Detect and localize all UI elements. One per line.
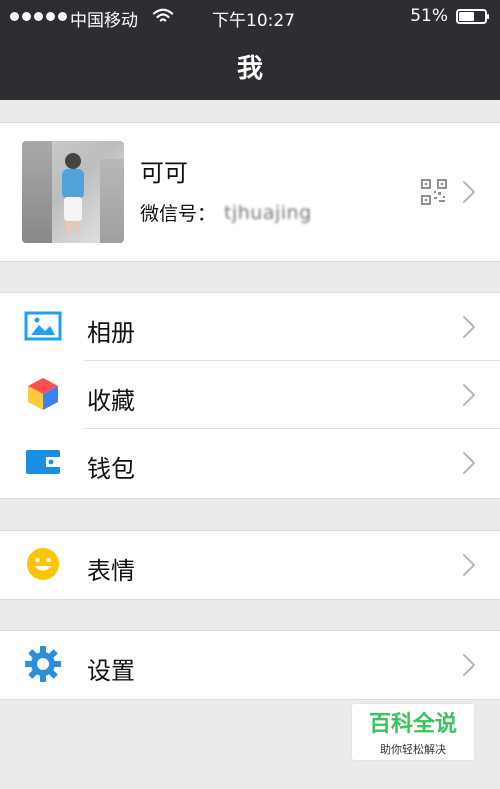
status-time: 下午10:27 <box>212 11 295 31</box>
chevron-right-icon <box>463 654 475 676</box>
menu-item-stickers[interactable]: 表情 <box>0 531 500 599</box>
wechat-id-row: 微信号： tjhuajing <box>140 199 312 226</box>
top-bar: 中国移动 下午10:27 51% 我 <box>0 0 500 100</box>
wechat-id-label: 微信号： <box>140 203 217 225</box>
watermark: 百科全说 助你轻松解决 <box>352 704 474 760</box>
album-icon <box>24 311 62 341</box>
sticker-icon <box>27 548 59 580</box>
carrier-name: 中国移动 <box>70 11 138 31</box>
menu-item-label: 表情 <box>87 557 135 585</box>
favorite-icon <box>28 378 58 410</box>
battery-icon <box>456 9 489 24</box>
menu-item-label: 收藏 <box>87 387 135 415</box>
avatar-background-wall <box>22 141 52 243</box>
menu-group-3: 设置 <box>0 630 500 700</box>
watermark-title: 百科全说 <box>368 712 457 737</box>
menu-item-settings[interactable]: 设置 <box>0 631 500 699</box>
qr-code-icon[interactable] <box>421 179 447 205</box>
avatar-person-icon <box>62 153 84 233</box>
menu-item-label: 设置 <box>87 657 135 685</box>
wifi-icon <box>152 8 174 22</box>
watermark-subtitle: 助你轻松解决 <box>380 743 446 756</box>
status-bar: 中国移动 下午10:27 51% <box>0 0 500 34</box>
menu-item-album[interactable]: 相册 <box>0 293 500 361</box>
menu-item-favorites[interactable]: 收藏 <box>0 361 500 429</box>
chevron-right-icon[interactable] <box>462 180 476 204</box>
profile-name: 可可 <box>140 159 188 187</box>
wallet-icon <box>26 450 60 474</box>
menu-group-1: 相册 收藏 钱包 <box>0 292 500 499</box>
menu-item-label: 相册 <box>87 319 135 347</box>
chevron-right-icon <box>463 384 475 406</box>
avatar[interactable] <box>22 141 124 243</box>
menu-item-label: 钱包 <box>87 455 135 483</box>
menu-group-2: 表情 <box>0 530 500 600</box>
menu-item-wallet[interactable]: 钱包 <box>0 429 500 497</box>
chevron-right-icon <box>463 316 475 338</box>
page-title: 我 <box>236 54 263 84</box>
wechat-id-value: tjhuajing <box>224 201 312 224</box>
avatar-background-cabinet <box>100 159 124 243</box>
profile-card[interactable]: 可可 微信号： tjhuajing <box>0 122 500 262</box>
chevron-right-icon <box>463 554 475 576</box>
battery-percentage: 51% <box>410 6 448 26</box>
settings-icon <box>25 646 61 682</box>
chevron-right-icon <box>463 452 475 474</box>
signal-strength-icon <box>10 12 67 21</box>
